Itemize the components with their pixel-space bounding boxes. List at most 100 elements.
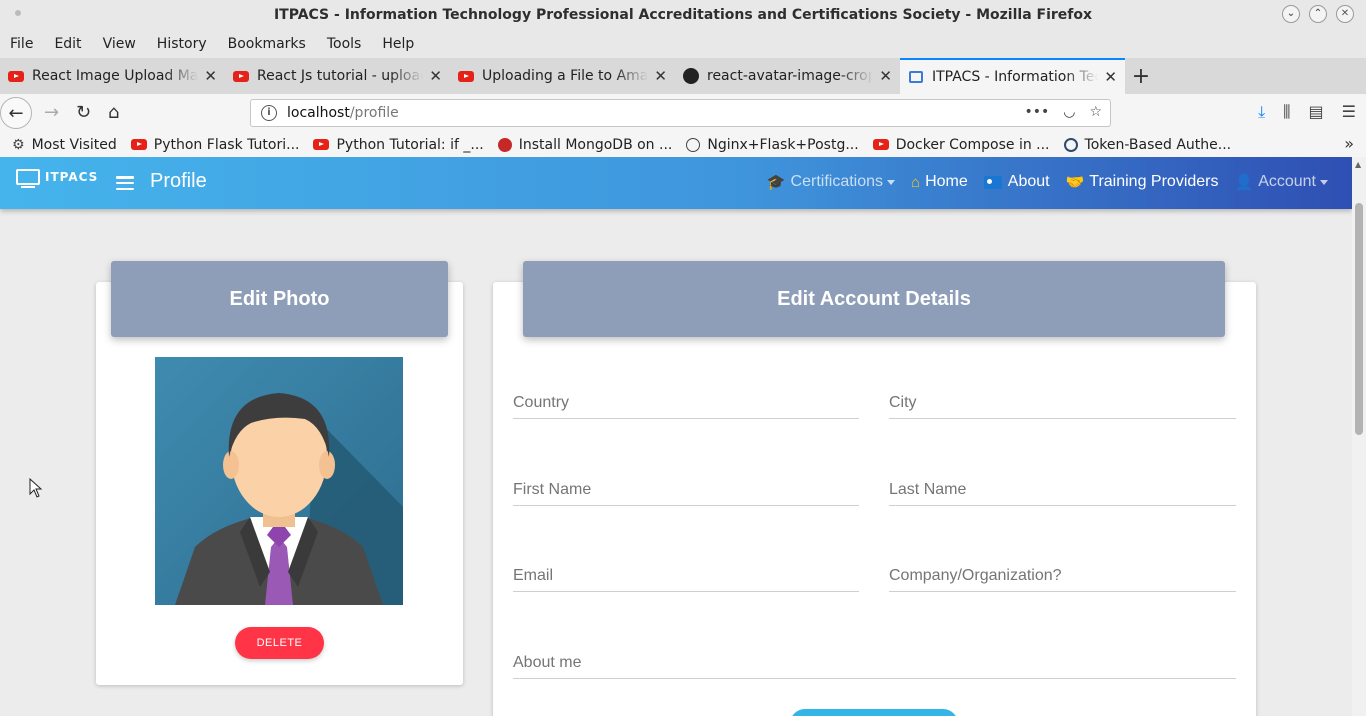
url-path: /profile [349,105,399,121]
last-name-field[interactable] [889,474,1236,506]
browser-tab[interactable]: Uploading a File to Amaz ✕ [450,58,675,94]
sidebar-icon[interactable]: ▤ [1309,102,1324,122]
caret-down-icon [1320,179,1328,185]
bookmark-item[interactable]: ⚙ Most Visited [12,137,117,153]
nav-home-label: Home [925,173,968,190]
browser-tab[interactable]: React Js tutorial - upload ✕ [225,58,450,94]
edit-account-header: Edit Account Details [523,261,1225,337]
country-field[interactable] [513,387,859,419]
itpacs-icon [908,69,924,85]
last-name-input[interactable] [889,474,1236,505]
reload-button[interactable]: ↻ [76,102,91,123]
delete-photo-button[interactable]: DELETE [235,627,324,659]
download-icon[interactable]: ⤓ [1258,102,1265,122]
window-title: ITPACS - Information Technology Professi… [273,7,1093,23]
brand-logo[interactable]: ITPACS [16,169,99,188]
caret-down-icon [887,179,896,185]
youtube-icon [313,139,330,150]
close-window-button[interactable]: ✕ [1336,5,1354,23]
tab-close-icon[interactable]: ✕ [429,67,442,85]
browser-tab-active[interactable]: ITPACS - Information Tech ✕ [900,58,1125,94]
about-me-field[interactable] [513,647,1236,679]
country-input[interactable] [513,387,859,418]
globe-icon [686,137,701,152]
menu-help[interactable]: Help [382,36,414,52]
edit-photo-title: Edit Photo [229,287,330,310]
library-icon[interactable]: ⫼ [1283,102,1290,122]
scrollbar-thumb[interactable] [1355,203,1363,435]
bookmark-item[interactable]: Nginx+Flask+Postg... [686,136,859,153]
page-actions-icon[interactable]: ••• [1024,104,1049,120]
maximize-button[interactable]: ⌃ [1309,5,1327,23]
site-info-icon[interactable]: i [261,105,277,121]
bookmarks-bar: ⚙ Most Visited Python Flask Tutori... Pyt… [0,132,1366,157]
browser-tab[interactable]: react-avatar-image-cropp ✕ [675,58,900,94]
youtube-icon [458,68,474,84]
nav-home[interactable]: ⌂ Home [911,173,968,191]
bookmark-item[interactable]: Docker Compose in ... [872,136,1050,153]
menu-edit[interactable]: Edit [54,36,81,52]
menu-bar: File Edit View History Bookmarks Tools H… [0,30,1366,58]
tab-label: React Image Upload Made [32,68,199,84]
home-icon[interactable]: ⌂ [108,102,119,123]
bookmark-item[interactable]: Token-Based Authe... [1063,137,1231,153]
tab-close-icon[interactable]: ✕ [1104,68,1117,86]
city-input[interactable] [889,387,1236,418]
email-field[interactable] [513,560,859,592]
bookmark-item[interactable]: Install MongoDB on ... [497,136,673,153]
company-field[interactable] [889,560,1236,592]
bookmarks-overflow-icon[interactable]: » [1344,134,1354,153]
tab-close-icon[interactable]: ✕ [204,67,217,85]
nav-account-dropdown[interactable]: 👤 Account [1235,173,1328,191]
url-bar[interactable]: i localhost/profile ••• ◡ ☆ [250,99,1111,127]
menu-history[interactable]: History [157,36,207,52]
mongo-icon [497,137,512,152]
tab-close-icon[interactable]: ✕ [879,67,892,85]
window-menu-dot[interactable] [15,10,21,16]
tab-label: react-avatar-image-cropp [707,68,874,84]
youtube-icon [233,68,249,84]
browser-tab[interactable]: React Image Upload Made ✕ [0,58,225,94]
new-tab-button[interactable]: + [1125,58,1157,94]
nav-training-providers[interactable]: 🤝 Training Providers [1066,173,1219,191]
url-host: localhost [287,105,350,121]
nav-about[interactable]: About [983,173,1050,191]
avatar [155,357,403,605]
bookmark-label: Install MongoDB on ... [518,136,673,153]
bookmark-item[interactable]: Python Tutorial: if _... [313,137,484,153]
id-card-icon [983,175,1002,189]
first-name-input[interactable] [513,474,859,505]
sidebar-toggle-icon[interactable] [116,176,134,190]
menu-bookmarks[interactable]: Bookmarks [228,36,306,52]
minimize-button[interactable]: ⌄ [1282,5,1300,23]
email-input[interactable] [513,560,859,591]
bookmark-label: Most Visited [31,136,117,153]
menu-file[interactable]: File [10,36,33,52]
brand-name: ITPACS [45,170,99,184]
back-button[interactable]: ← [0,97,32,129]
pocket-icon[interactable]: ◡ [1063,104,1075,120]
bookmark-star-icon[interactable]: ☆ [1089,104,1102,120]
company-input[interactable] [889,560,1236,591]
graduation-cap-icon: 🎓 [766,174,786,191]
forward-button[interactable]: → [44,102,59,123]
about-me-input[interactable] [513,647,1236,678]
first-name-field[interactable] [513,474,859,506]
tab-close-icon[interactable]: ✕ [654,67,667,85]
scroll-up-icon[interactable]: ▲ [1355,160,1361,169]
nav-certifications-dropdown[interactable]: 🎓 Certifications [766,173,896,191]
menu-tools[interactable]: Tools [327,36,362,52]
url-actions: ••• ◡ ☆ [1024,104,1102,120]
toolbar-right: ⤓ ⫼ ▤ ☰ [1258,102,1356,122]
submit-button[interactable] [790,709,958,716]
tab-bar: React Image Upload Made ✕ React Js tutor… [0,58,1366,94]
monitor-icon [16,169,40,188]
bookmark-label: Nginx+Flask+Postg... [707,136,859,153]
gear-icon: ⚙ [12,136,25,153]
hamburger-menu-icon[interactable]: ☰ [1342,102,1356,122]
page-scrollbar[interactable]: ▲ [1352,157,1366,716]
menu-view[interactable]: View [103,36,136,52]
city-field[interactable] [889,387,1236,419]
bookmark-item[interactable]: Python Flask Tutori... [130,137,299,153]
bookmark-label: Docker Compose in ... [895,136,1050,153]
